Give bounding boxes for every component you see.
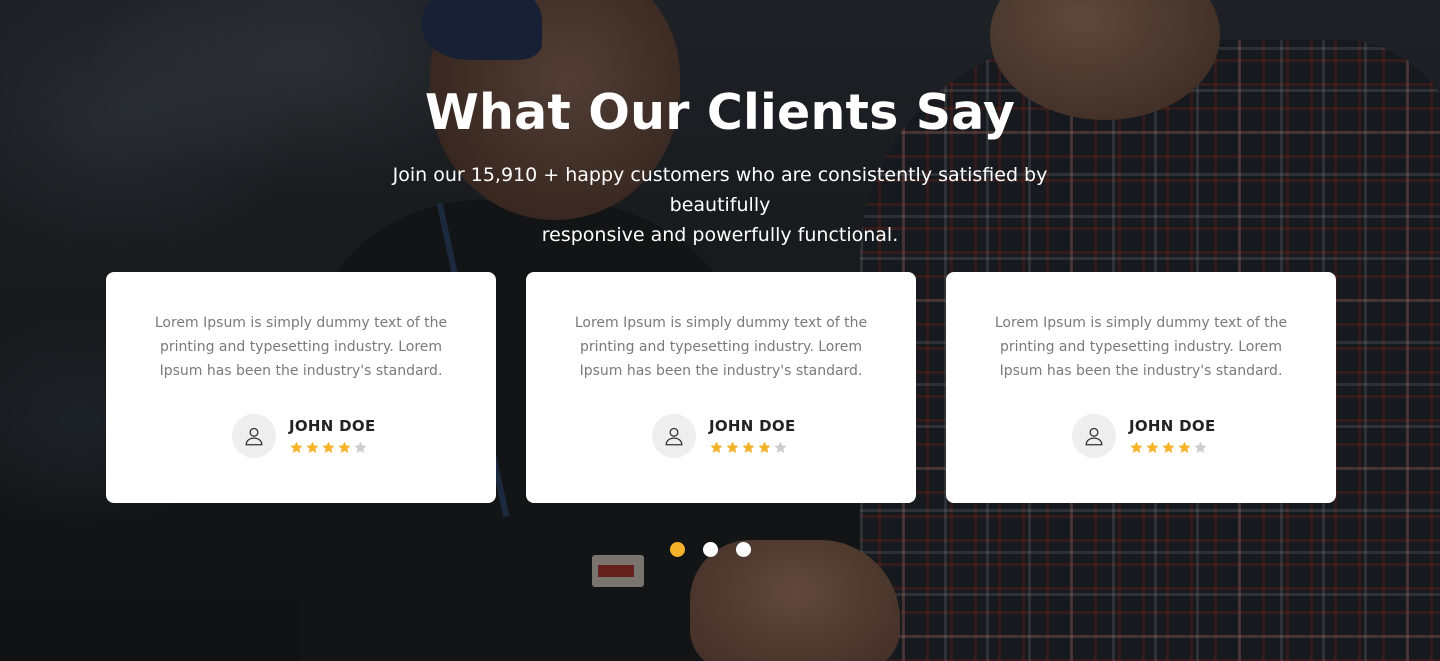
testimonial-text-line: Ipsum has been the industry's standard. [999,363,1283,379]
star-rating [1129,440,1208,456]
testimonial-text: Lorem Ipsum is simply dummy text of the … [146,311,456,383]
star-rating [709,440,788,456]
testimonial-text-line: printing and typesetting industry. Lorem [999,339,1283,355]
testimonial-card: Lorem Ipsum is simply dummy text of the … [526,272,916,503]
author-name: JOHN DOE [289,417,376,435]
star-filled-icon [710,441,723,453]
subtitle-line: responsive and powerfully functional. [541,224,899,246]
star-filled-icon [1162,441,1175,453]
star-filled-icon [758,441,771,453]
testimonial-card: Lorem Ipsum is simply dummy text of the … [946,272,1336,503]
star-filled-icon [726,441,739,453]
testimonial-author: JOHN DOE [1072,414,1272,460]
star-filled-icon [306,441,319,453]
testimonial-text-line: Ipsum has been the industry's standard. [159,363,443,379]
carousel-dot[interactable] [703,542,718,557]
author-name: JOHN DOE [1129,417,1216,435]
testimonial-author: JOHN DOE [232,414,432,460]
carousel-dot[interactable] [670,542,685,557]
star-empty-icon [1194,441,1207,453]
section-title: What Our Clients Say [424,84,1016,141]
star-empty-icon [354,441,367,453]
star-filled-icon [1130,441,1143,453]
testimonial-text-line: Lorem Ipsum is simply dummy text of the [154,315,448,331]
star-filled-icon [1146,441,1159,453]
star-filled-icon [742,441,755,453]
testimonial-text: Lorem Ipsum is simply dummy text of the … [986,311,1296,383]
carousel-pagination [670,542,751,557]
star-filled-icon [338,441,351,453]
star-filled-icon [1178,441,1191,453]
testimonial-text-line: printing and typesetting industry. Lorem [579,339,863,355]
testimonial-text-line: Lorem Ipsum is simply dummy text of the [994,315,1288,331]
testimonial-text-line: printing and typesetting industry. Lorem [159,339,443,355]
testimonial-text-line: Lorem Ipsum is simply dummy text of the [574,315,868,331]
testimonial-card: Lorem Ipsum is simply dummy text of the … [106,272,496,503]
star-empty-icon [774,441,787,453]
author-name: JOHN DOE [709,417,796,435]
section-subtitle: Join our 15,910 + happy customers who ar… [350,160,1090,250]
star-filled-icon [322,441,335,453]
star-rating [289,440,368,456]
user-icon [245,427,263,446]
avatar [232,414,276,458]
testimonial-text-line: Ipsum has been the industry's standard. [579,363,863,379]
star-filled-icon [290,441,303,453]
user-icon [1085,427,1103,446]
testimonials-section: What Our Clients Say Join our 15,910 + h… [0,0,1440,661]
user-icon [665,427,683,446]
carousel-dot[interactable] [736,542,751,557]
avatar [1072,414,1116,458]
testimonial-author: JOHN DOE [652,414,852,460]
testimonial-text: Lorem Ipsum is simply dummy text of the … [566,311,876,383]
avatar [652,414,696,458]
subtitle-line: Join our 15,910 + happy customers who ar… [392,164,1048,216]
